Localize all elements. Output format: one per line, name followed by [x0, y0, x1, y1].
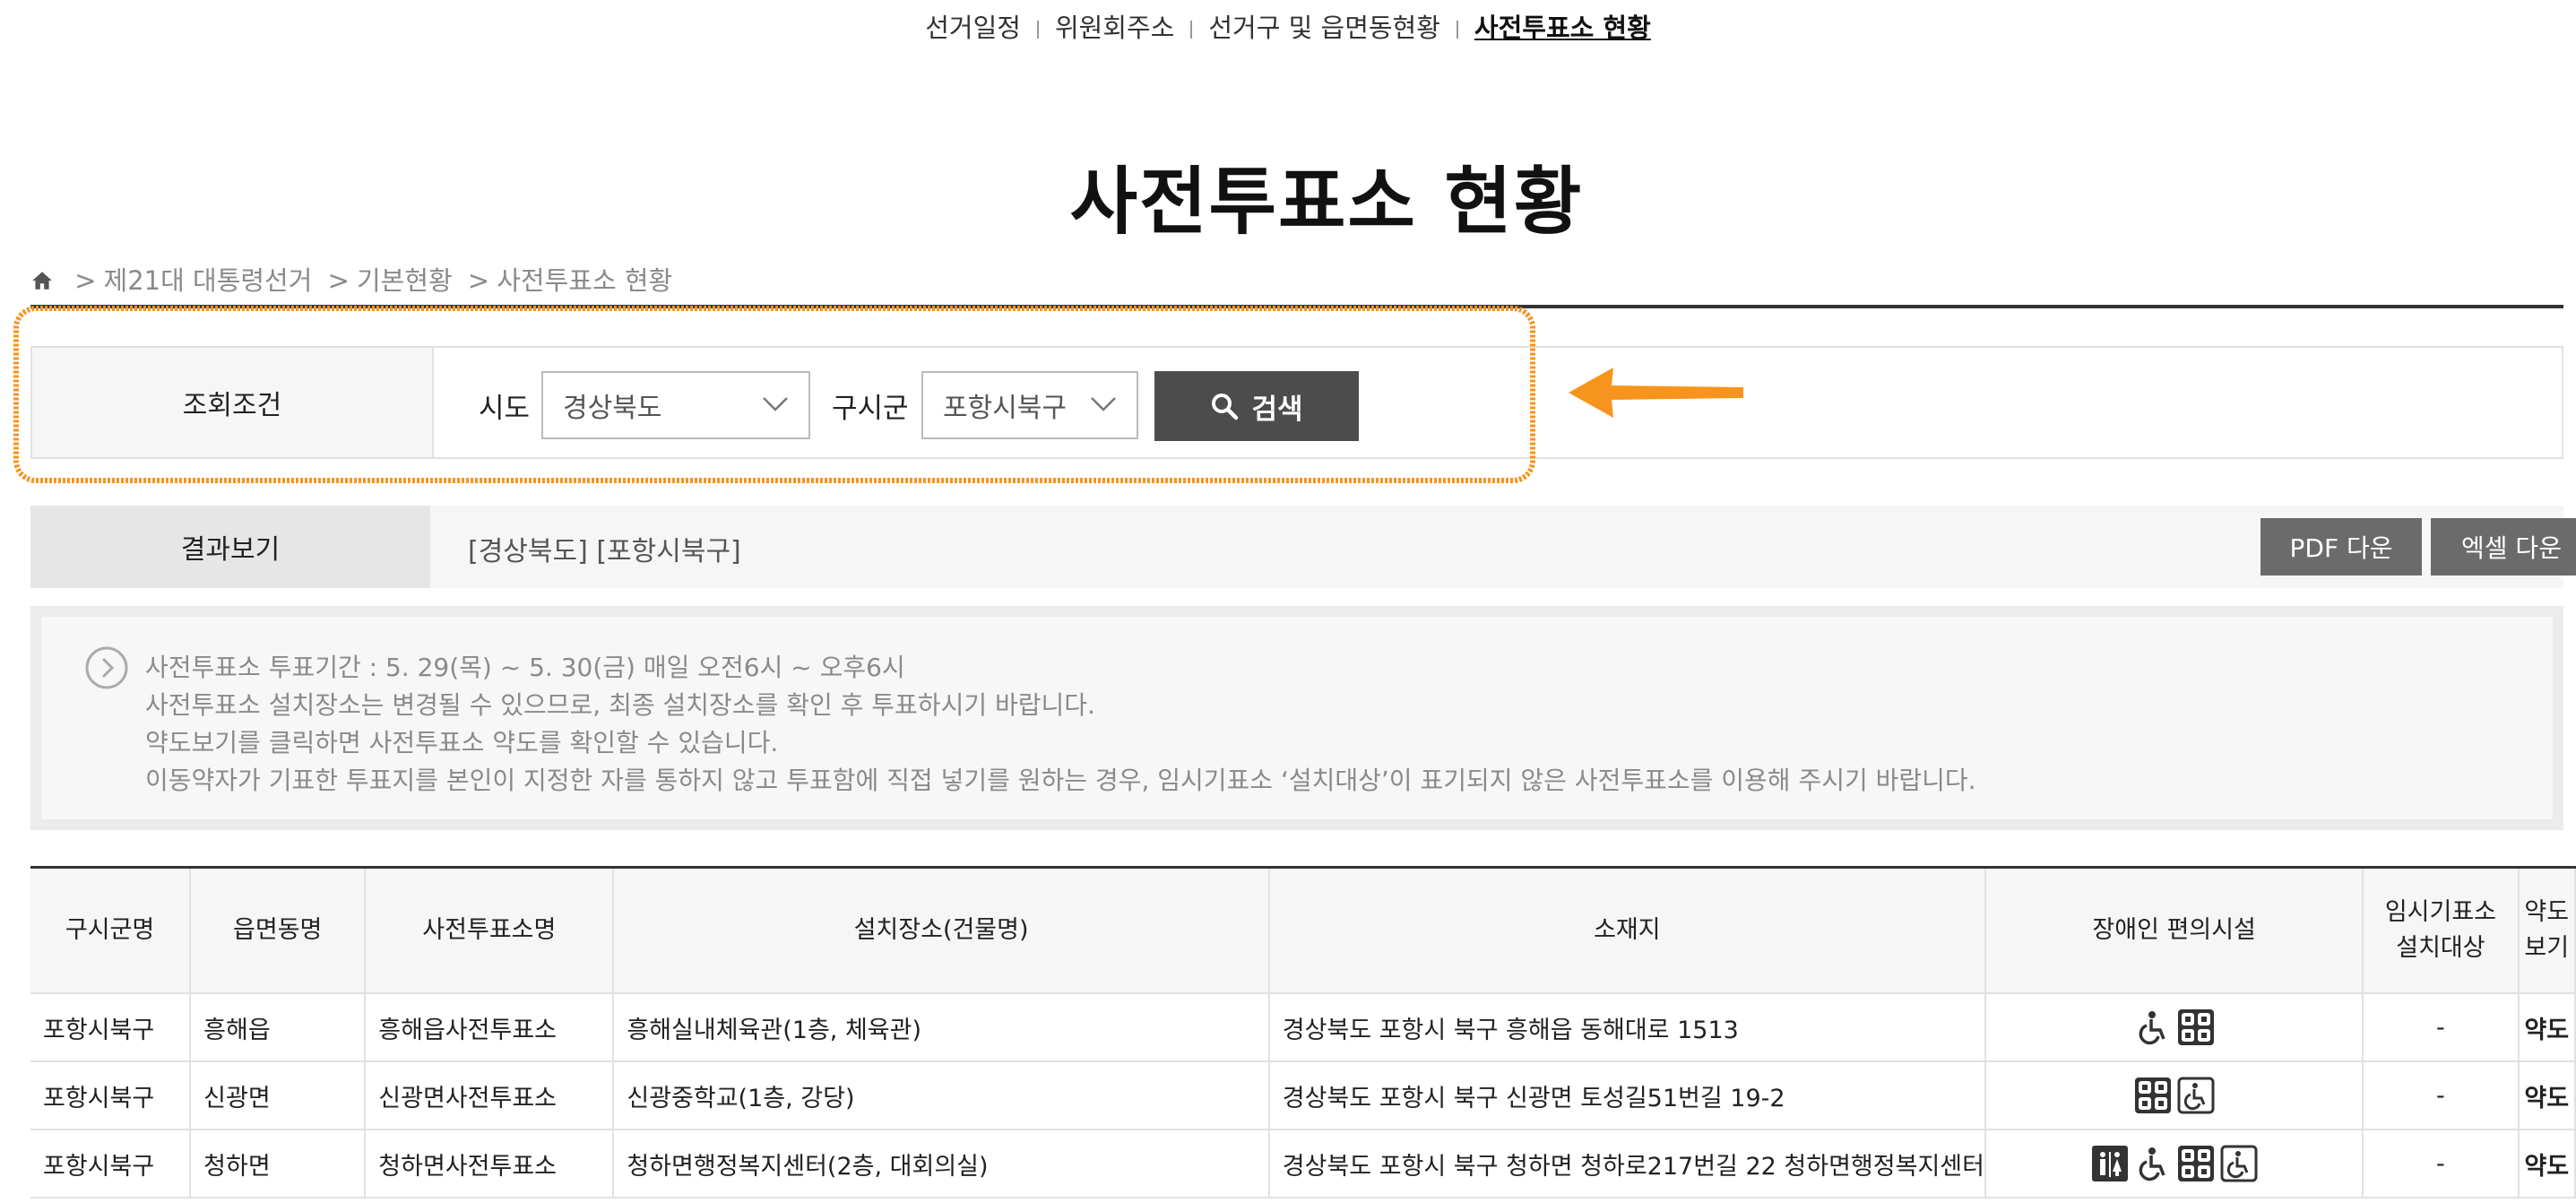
notice-line: 사전투표소 설치장소는 변경될 수 있으므로, 최종 설치장소를 확인 후 투표…	[145, 690, 1095, 720]
nav-early-polling-status[interactable]: 사전투표소 현황	[1458, 7, 1667, 45]
header-place-name: 사전투표소명	[365, 867, 615, 994]
table-row: 포항시북구 흥해읍 흥해읍사전투표소 흥해실내체육관(1층, 체육관) 경상북도 포항시…	[30, 993, 2576, 1062]
table-row: 포항시북구 신광면 신광면사전투표소 신광중학교(1층, 강당) 경상북도 포항시 북구…	[30, 1061, 2576, 1130]
notice-line: 약도보기를 클릭하면 사전투표소 약도를 확인할 수 있습니다.	[145, 728, 779, 757]
cell-gu: 포항시북구	[30, 1129, 192, 1199]
notice-line: 이동약자가 기표한 투표지를 본인이 지정한 자를 통하지 않고 투표함에 직접…	[145, 766, 1976, 795]
result-label: 결과보기	[30, 506, 430, 588]
table-body: 포항시북구 흥해읍 흥해읍사전투표소 흥해실내체육관(1층, 체육관) 경상북도 포항시…	[30, 993, 2576, 1199]
search-condition-label: 조회조건	[32, 348, 434, 457]
search-condition-box: 조회조건 시도 경상북도 구시군 포항시북구 검색	[30, 346, 2563, 459]
cell-building: 청하면행정복지센터(2층, 대회의실)	[613, 1129, 1270, 1199]
map-link[interactable]: 약도	[2518, 993, 2576, 1062]
header-building: 설치장소(건물명)	[613, 867, 1270, 994]
sido-label: 시도	[479, 393, 531, 425]
cell-building: 신광중학교(1층, 강당)	[613, 1061, 1270, 1130]
top-nav: 선거일정 위원회주소 선거구 및 읍면동현황 사전투표소 현황	[0, 7, 2576, 45]
nav-committee-address[interactable]: 위원회주소	[1039, 7, 1190, 45]
cell-place-name: 흥해읍사전투표소	[365, 993, 615, 1062]
header-dong: 읍면동명	[190, 867, 367, 994]
sigungu-select[interactable]: 포항시북구	[921, 371, 1138, 439]
chevron-down-icon	[763, 397, 788, 411]
cell-address: 경상북도 포항시 북구 신광면 토성길51번길 19-2	[1268, 1061, 1986, 1130]
pdf-download-button[interactable]: PDF 다운	[2260, 518, 2422, 576]
cell-dong: 청하면	[190, 1129, 367, 1199]
header-gu: 구시군명	[30, 867, 192, 994]
search-icon	[1212, 394, 1239, 420]
cell-building: 흥해실내체육관(1층, 체육관)	[613, 993, 1270, 1062]
result-value: [경상북도] [포항시북구]	[468, 536, 741, 567]
header-map: 약도 보기	[2518, 867, 2576, 994]
cell-temp-booth: -	[2363, 993, 2520, 1062]
cell-facilities	[1984, 993, 2364, 1062]
elevator-icon	[2177, 1008, 2215, 1046]
excel-download-button[interactable]: 엑셀 다운	[2431, 518, 2576, 576]
cell-dong: 신광면	[190, 1061, 367, 1130]
wheelchair-icon	[2134, 1008, 2172, 1046]
breadcrumb-basic-status[interactable]: 기본현황	[357, 265, 453, 296]
sido-select[interactable]: 경상북도	[541, 371, 810, 439]
elevator-icon	[2177, 1145, 2215, 1182]
header-address: 소재지	[1268, 867, 1986, 994]
wheelchair-icon	[2134, 1145, 2172, 1182]
wheelchair-access-icon	[2220, 1145, 2258, 1182]
sigungu-select-value: 포항시북구	[943, 393, 1067, 424]
cell-facilities	[1984, 1129, 2364, 1199]
cell-dong: 흥해읍	[190, 993, 367, 1062]
breadcrumb: > 제21대 대통령선거 > 기본현황 > 사전투표소 현황	[30, 260, 672, 298]
cell-temp-booth: -	[2363, 1061, 2520, 1130]
notice-line: 사전투표소 투표기간 : 5. 29(목) ~ 5. 30(금) 매일 오전6시…	[145, 653, 905, 682]
chevron-right-circle-icon	[85, 646, 128, 689]
header-facilities: 장애인 편의시설	[1984, 867, 2364, 994]
chevron-down-icon	[1091, 397, 1116, 411]
search-button[interactable]: 검색	[1154, 371, 1359, 441]
sido-select-value: 경상북도	[563, 393, 662, 424]
map-link[interactable]: 약도	[2518, 1061, 2576, 1130]
header-temp-booth: 임시기표소 설치대상	[2363, 867, 2520, 994]
cell-temp-booth: -	[2363, 1129, 2520, 1199]
search-button-label: 검색	[1251, 393, 1303, 426]
nav-district-status[interactable]: 선거구 및 읍면동현황	[1192, 7, 1457, 45]
map-link[interactable]: 약도	[2518, 1129, 2576, 1199]
cell-facilities	[1984, 1061, 2364, 1130]
result-bar: 결과보기 [경상북도] [포항시북구] PDF 다운 엑셀 다운	[30, 506, 2576, 588]
title-divider	[30, 305, 2563, 308]
notice-box: 사전투표소 투표기간 : 5. 29(목) ~ 5. 30(금) 매일 오전6시…	[30, 606, 2563, 830]
wheelchair-access-icon	[2177, 1077, 2215, 1114]
polling-place-table: 구시군명 읍면동명 사전투표소명 설치장소(건물명) 소재지 장애인 편의시설 …	[30, 866, 2576, 1199]
table-row: 포항시북구 청하면 청하면사전투표소 청하면행정복지센터(2층, 대회의실) 경상북도 …	[30, 1129, 2576, 1199]
elevator-icon	[2134, 1077, 2172, 1114]
table-header-row: 구시군명 읍면동명 사전투표소명 설치장소(건물명) 소재지 장애인 편의시설 …	[30, 867, 2576, 994]
breadcrumb-current: 사전투표소 현황	[497, 265, 673, 296]
cell-address: 경상북도 포항시 북구 흥해읍 동해대로 1513	[1268, 993, 1986, 1062]
cell-address: 경상북도 포항시 북구 청하면 청하로217번길 22 청하면행정복지센터	[1268, 1129, 1986, 1199]
cell-place-name: 신광면사전투표소	[365, 1061, 615, 1130]
cell-place-name: 청하면사전투표소	[365, 1129, 615, 1199]
cell-gu: 포항시북구	[30, 993, 192, 1062]
sigungu-label: 구시군	[832, 393, 909, 425]
breadcrumb-election[interactable]: 제21대 대통령선거	[104, 265, 313, 296]
cell-gu: 포항시북구	[30, 1061, 192, 1130]
restroom-icon	[2091, 1145, 2129, 1182]
nav-election-schedule[interactable]: 선거일정	[909, 7, 1037, 45]
home-icon[interactable]	[30, 269, 54, 292]
page-title: 사전투표소 현황	[1069, 160, 1584, 245]
